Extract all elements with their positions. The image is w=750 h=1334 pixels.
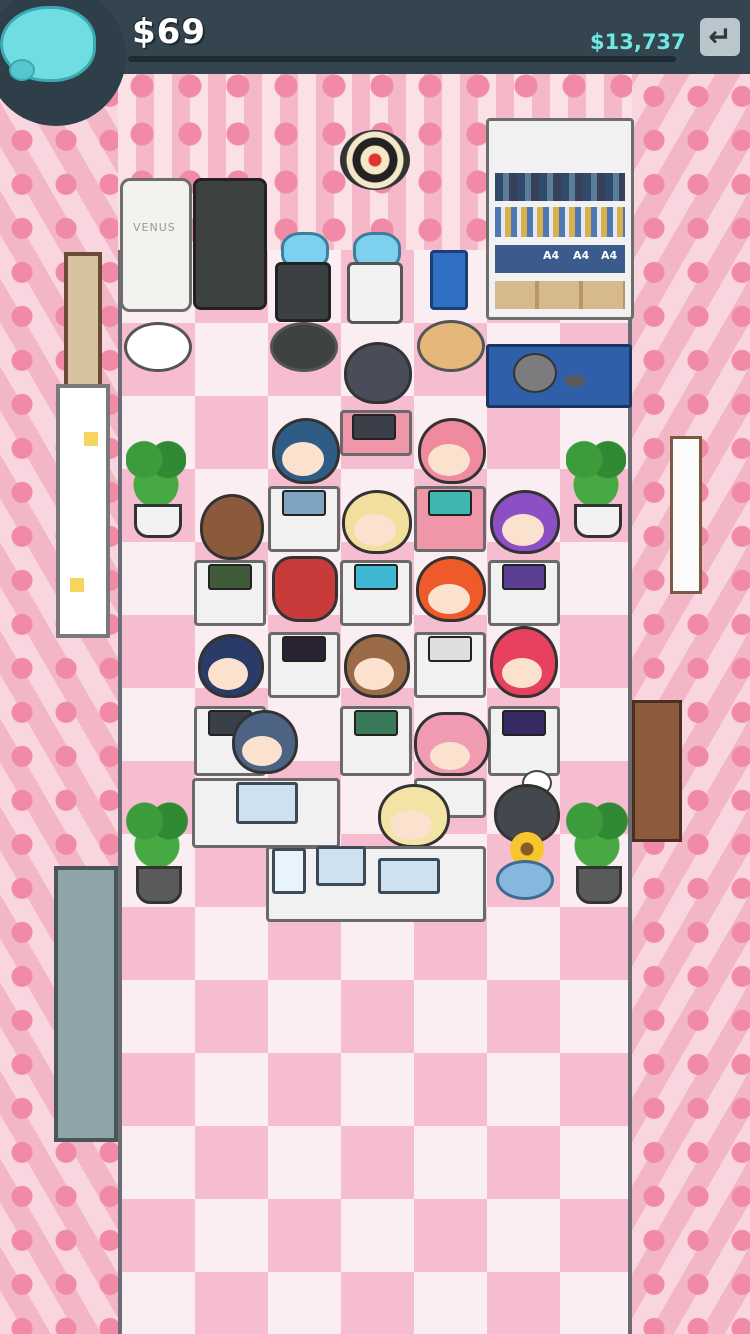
whiteboard[interactable]	[56, 384, 110, 638]
round-table[interactable]	[417, 320, 485, 372]
cooler-body	[347, 262, 403, 324]
worker-avatar	[200, 494, 264, 560]
flower-pot	[496, 860, 554, 900]
workstation[interactable]	[194, 494, 266, 626]
laptop-icon	[208, 564, 252, 590]
workstation[interactable]	[340, 490, 412, 626]
worker-face	[354, 514, 396, 546]
laptop-icon	[282, 636, 326, 662]
plant-pot	[134, 504, 182, 538]
laptop-icon	[428, 490, 472, 516]
worker-face	[208, 658, 248, 690]
potted-plant[interactable]	[566, 438, 626, 538]
office-door[interactable]	[54, 866, 118, 1142]
laptop-icon	[352, 414, 396, 440]
workstation[interactable]	[414, 556, 486, 698]
worker-face	[242, 736, 282, 766]
binder-label: A4	[601, 249, 618, 262]
plant-pot	[576, 866, 622, 904]
worker-face	[428, 444, 470, 476]
water-cooler[interactable]	[347, 232, 403, 324]
workstation[interactable]	[268, 556, 340, 698]
plant-leaves-icon	[566, 438, 626, 510]
laptop-icon	[502, 564, 546, 590]
total-money: $13,737	[590, 30, 686, 54]
wall-poster[interactable]	[670, 436, 702, 594]
coffee-machine[interactable]	[193, 178, 267, 310]
desktop-monitor-icon	[378, 858, 440, 894]
laptop-icon	[428, 636, 472, 662]
shelf-binders-row	[495, 207, 625, 237]
laptop-icon	[354, 710, 398, 736]
potted-plant[interactable]	[566, 800, 628, 904]
chef-character[interactable]	[490, 770, 562, 900]
worker-face	[502, 514, 544, 546]
potted-plant[interactable]	[126, 438, 186, 538]
tablet-icon	[272, 848, 306, 894]
wall-painting[interactable]	[632, 700, 682, 842]
piggy-bank-icon	[0, 6, 96, 82]
workstation[interactable]	[488, 490, 560, 626]
binder-label: A4	[543, 249, 560, 262]
round-table[interactable]	[124, 322, 192, 372]
dartboard[interactable]	[340, 130, 410, 190]
laptop-icon	[354, 564, 398, 590]
fridge-label: VENUS	[133, 221, 176, 234]
cat-icon[interactable]	[513, 353, 557, 393]
water-cooler[interactable]	[275, 232, 331, 322]
desktop-monitor-icon	[316, 846, 366, 886]
worker-avatar	[344, 342, 412, 404]
manager-workstation[interactable]	[266, 784, 486, 922]
trash-bin[interactable]	[430, 250, 468, 310]
plant-pot	[136, 866, 182, 904]
laptop-icon	[282, 490, 326, 516]
workstation[interactable]	[414, 418, 486, 552]
plant-leaves-icon	[566, 800, 628, 870]
pet-bed-rug[interactable]	[486, 344, 632, 408]
sticky-note-icon	[70, 578, 84, 592]
worker-face	[390, 810, 432, 840]
worker-face	[354, 658, 394, 690]
potted-plant[interactable]	[126, 800, 188, 904]
sticky-note-icon	[84, 432, 98, 446]
plant-leaves-icon	[126, 438, 186, 510]
laptop-icon	[502, 710, 546, 736]
workstation[interactable]	[340, 342, 412, 456]
binder-label: A4	[573, 249, 590, 262]
worker-face	[428, 584, 470, 614]
shelf-paper-row: A4 A4 A4	[495, 245, 625, 273]
current-cash: $69	[132, 12, 206, 52]
fridge[interactable]: VENUS	[120, 178, 192, 312]
workstation[interactable]	[268, 418, 340, 552]
workstation[interactable]	[488, 626, 560, 776]
exit-arrow-icon[interactable]: ↵	[700, 18, 740, 56]
pet-bowl-icon	[565, 375, 585, 387]
shelf-books-row	[495, 173, 625, 201]
worker-face	[430, 742, 470, 770]
shelf-boxes-row	[495, 281, 625, 309]
round-table[interactable]	[270, 322, 338, 372]
plant-leaves-icon	[126, 800, 188, 870]
worker-avatar	[272, 556, 338, 622]
plant-pot	[574, 504, 622, 538]
bookshelf[interactable]: A4 A4 A4	[486, 118, 634, 320]
workstation[interactable]	[340, 634, 412, 776]
pig-snout	[9, 59, 35, 81]
worker-face	[282, 442, 324, 476]
progress-bar	[128, 56, 676, 62]
worker-face	[502, 658, 542, 688]
cooler-body	[275, 262, 331, 322]
